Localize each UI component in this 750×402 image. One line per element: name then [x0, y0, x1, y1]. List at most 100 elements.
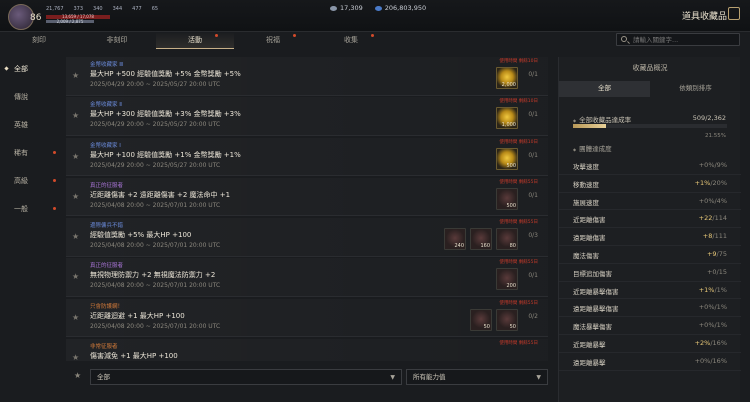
item-slot[interactable]: 80 [496, 228, 518, 251]
tab-1[interactable]: 非刻印 [78, 32, 156, 49]
stat-name: 近距離暴擊傷害 [573, 287, 619, 296]
favorite-star-icon[interactable]: ★ [72, 71, 79, 80]
item-slot[interactable]: 50 [470, 308, 492, 331]
time-remaining-badge: 使用時間 剩餘55日 [499, 260, 538, 266]
collection-row[interactable]: ★ 金幣收藏家 Ⅲ 最大HP +500 經驗值獎勵 +5% 金幣獎勵 +5% 2025… [66, 57, 548, 96]
stat-bonus-list[interactable]: 攻擊速度 +0%/9% 移動速度 +1%/20% 施展速度 +0%/4% 近距離傷害 +22/… [559, 157, 741, 371]
stat-value: +0%/9% [699, 161, 727, 169]
collection-effect: 最大HP +300 經驗值獎勵 +3% 金幣獎勵 +3% [90, 110, 241, 119]
favorite-star-icon[interactable]: ★ [72, 353, 79, 361]
sidebar-item-label: 一般 [14, 205, 28, 213]
collection-name: 邊際傭兵不錯 [90, 223, 124, 230]
tab-by-category[interactable]: 依類別排序 [650, 81, 741, 97]
stat-gain: +9 [706, 249, 717, 258]
time-remaining-badge: 使用時間 剩餘55日 [499, 220, 538, 226]
completion-fill [573, 124, 607, 128]
item-quantity: 160 [480, 243, 490, 250]
collection-effect: 無視物理防禦力 +2 無視魔法防禦力 +2 [90, 271, 216, 280]
search-box[interactable] [616, 33, 740, 46]
stat-total: +0%/16% [694, 356, 727, 365]
favorite-star-icon[interactable]: ★ [72, 192, 79, 201]
item-quantity: 50 [483, 323, 490, 330]
stat-gain: +2% [694, 338, 711, 347]
item-slot[interactable]: 200 [496, 268, 518, 291]
favorite-filter-icon[interactable]: ★ [74, 371, 81, 380]
item-slot[interactable]: 50 [496, 308, 518, 331]
top-bar: 86 21,767 373 340 344 477 65 13,659 / 17… [0, 0, 750, 32]
favorite-star-icon[interactable]: ★ [72, 272, 79, 281]
stat-name: 施展速度 [573, 198, 599, 207]
stat-name: 魔法暴擊傷害 [573, 323, 612, 332]
sidebar-item-5[interactable]: 一般 [0, 200, 60, 228]
registered-count: 0/1 [528, 71, 538, 78]
search-input[interactable] [633, 35, 733, 45]
collection-effect: 最大HP +100 經驗值獎勵 +1% 金幣獎勵 +1% [90, 150, 241, 159]
notification-dot [371, 34, 374, 37]
stat-4: 477 [132, 6, 142, 12]
registered-count: 0/1 [528, 151, 538, 159]
item-slot[interactable]: 160 [470, 228, 492, 251]
tab-4[interactable]: 收集 [312, 32, 390, 49]
exit-icon[interactable] [728, 7, 740, 20]
collection-row[interactable]: ★ 非常征服者 傷害減免 +1 最大HP +100 使用時間 剩餘55日 [66, 339, 548, 361]
item-quantity: 240 [454, 243, 464, 250]
stat-gain: +1% [694, 178, 711, 187]
stat-name: 近距離暴擊 [573, 340, 606, 349]
sidebar-item-3[interactable]: 稀有 [0, 144, 60, 172]
time-remaining-badge: 使用時間 剩餘10日 [499, 59, 538, 64]
tab-0[interactable]: 刻印 [0, 32, 78, 49]
stat-bonus-row: 魔法傷害 +9/75 [559, 246, 741, 264]
tab-3[interactable]: 祝福 [234, 32, 312, 49]
favorite-star-icon[interactable]: ★ [72, 313, 79, 322]
group-completion-label: 團體達成度 [573, 143, 612, 153]
stat-total: /111 [712, 232, 727, 241]
stat-name: 移動速度 [573, 180, 599, 189]
favorite-star-icon[interactable]: ★ [72, 152, 79, 161]
collection-name: 只會防護網！ [90, 303, 124, 310]
item-slot[interactable]: 240 [444, 228, 466, 251]
collection-row[interactable]: ★ 真正的征服者 無視物理防禦力 +2 無視魔法防禦力 +2 2025/04/08 2… [66, 258, 548, 297]
completion-bar [573, 124, 727, 128]
chevron-down-icon: ▼ [390, 374, 395, 381]
collection-row[interactable]: ★ 金幣收藏家 Ⅱ 最大HP +300 經驗值獎勵 +3% 金幣獎勵 +3% 2025… [66, 97, 548, 136]
favorite-star-icon[interactable]: ★ [72, 111, 79, 120]
collection-row[interactable]: ★ 真正的征服者 近距離傷害 +2 遠距離傷害 +2 魔法命中 +1 2025/04/… [66, 177, 548, 217]
collection-name: 非常征服者 [90, 344, 118, 351]
stat-3: 344 [112, 6, 123, 12]
completion-label: 全部收藏品達成率 [573, 114, 631, 124]
sidebar-item-1[interactable]: 傳說 [0, 88, 60, 116]
sidebar-item-0[interactable]: 全部 [0, 60, 60, 88]
tab-2[interactable]: 活動 [156, 32, 234, 49]
collection-name: 真正的征服者 [90, 263, 124, 270]
collection-row[interactable]: ★ 只會防護網！ 近距離迴避 +1 最大HP +100 2025/04/08 20:0… [66, 298, 548, 338]
sidebar-item-4[interactable]: 高級 [0, 172, 60, 200]
item-slot[interactable]: 1,000 [496, 107, 518, 130]
collection-effect: 最大HP +500 經驗值獎勵 +5% 金幣獎勵 +5% [90, 70, 241, 78]
collection-period: 2025/04/08 20:00 ~ 2025/07/01 20:00 UTC [90, 322, 221, 330]
item-slot[interactable]: 500 [496, 187, 518, 210]
collection-period: 2025/04/29 20:00 ~ 2025/05/27 20:00 UTC [90, 81, 221, 88]
collection-effect: 近距離迴避 +1 最大HP +100 [90, 311, 185, 320]
stat-bonus-row: 移動速度 +1%/20% [559, 175, 741, 193]
collection-period: 2025/04/08 20:00 ~ 2025/07/01 20:00 UTC [90, 282, 221, 290]
collection-row[interactable]: ★ 金幣收藏家 Ⅰ 最大HP +100 經驗值獎勵 +1% 金幣獎勵 +1% 2025… [66, 137, 548, 177]
tab-label: 收集 [344, 36, 358, 44]
stat-value: +0%/1% [699, 303, 727, 311]
stat-total: +0%/9% [698, 161, 727, 169]
item-slot[interactable]: 500 [496, 147, 518, 170]
collection-row[interactable]: ★ 邊際傭兵不錯 經驗值獎勵 +5% 最大HP +100 2025/04/08 20:… [66, 218, 548, 257]
tab-all[interactable]: 全部 [559, 81, 650, 97]
sidebar-item-2[interactable]: 英雄 [0, 116, 60, 144]
stat-bonus-row: 遠距離暴擊 +0%/16% [559, 353, 741, 371]
grade-filter-dropdown[interactable]: 全部 ▼ [90, 369, 402, 385]
stat-bonus-row: 魔法暴擊傷害 +0%/1% [559, 317, 741, 335]
favorite-star-icon[interactable]: ★ [72, 232, 79, 241]
collection-list[interactable]: ★ 金幣收藏家 Ⅲ 最大HP +500 經驗值獎勵 +5% 金幣獎勵 +5% 2025… [66, 57, 548, 361]
completion-percent: 21.55% [705, 133, 726, 139]
tab-label: 刻印 [32, 36, 46, 44]
stat-filter-dropdown[interactable]: 所有能力值 ▼ [406, 369, 548, 385]
mp-bar: 2,009 / 2,875 [46, 20, 94, 24]
stat-bonus-row: 近距離暴擊傷害 +1%/1% [559, 282, 741, 300]
item-slot[interactable]: 2,000 [496, 67, 518, 89]
tab-label: 非刻印 [106, 36, 128, 44]
